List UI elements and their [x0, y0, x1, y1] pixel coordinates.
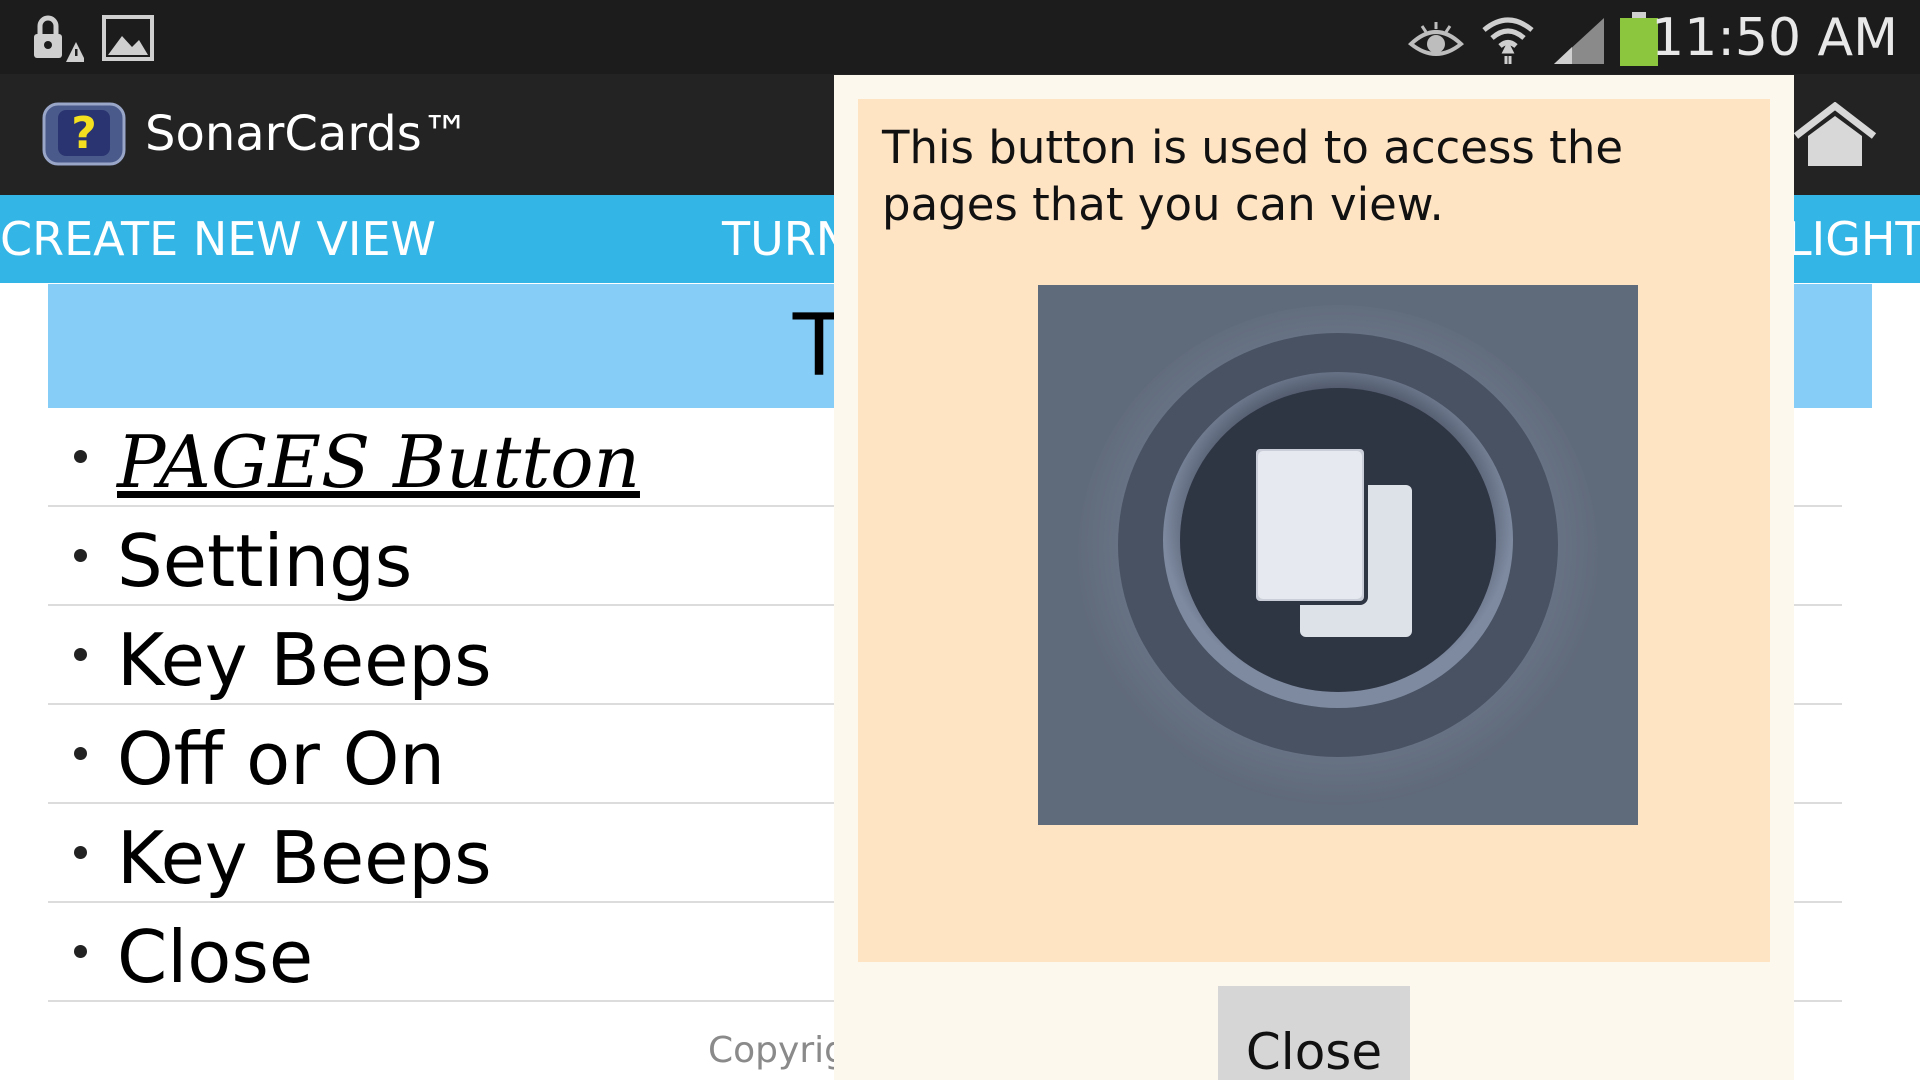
dialog-panel: This button is used to access the pages … [858, 99, 1770, 962]
bullet-icon [74, 945, 87, 958]
bullet-icon [74, 549, 87, 562]
tab-light[interactable]: LIGHT [1786, 195, 1920, 283]
image-icon [102, 14, 154, 67]
app-title: SonarCards™ [145, 106, 470, 162]
pages-button-link[interactable]: PAGES Button [117, 420, 640, 504]
wifi-icon [1480, 12, 1536, 69]
bullet-icon [74, 846, 87, 859]
eye-icon [1407, 18, 1465, 67]
lock-warning-icon [30, 14, 86, 69]
list-item-label: Key Beeps [117, 618, 492, 702]
list-item-label: Off or On [117, 717, 446, 801]
bullet-icon [74, 648, 87, 661]
dialog-message: This button is used to access the pages … [882, 121, 1624, 231]
status-clock: 11:50 AM [1651, 8, 1898, 68]
tab-turn[interactable]: TURN [722, 195, 850, 283]
status-bar: 11:50 AM [0, 0, 1920, 74]
copyright-text: Copyrig [708, 1030, 847, 1071]
list-item-label: Settings [117, 519, 413, 603]
signal-icon [1552, 16, 1606, 71]
list-item-label: Key Beeps [117, 816, 492, 900]
app-logo-icon[interactable]: ? [42, 100, 126, 173]
bullet-icon [74, 450, 87, 463]
pages-button-icon [1038, 285, 1638, 825]
help-dialog: This button is used to access the pages … [834, 75, 1794, 1080]
home-icon[interactable] [1790, 101, 1880, 173]
list-item-label: Close [117, 915, 314, 999]
tab-create-new-view[interactable]: CREATE NEW VIEW [0, 195, 436, 283]
svg-text:?: ? [71, 108, 97, 159]
bullet-icon [74, 747, 87, 760]
close-button[interactable]: Close [1218, 986, 1410, 1080]
